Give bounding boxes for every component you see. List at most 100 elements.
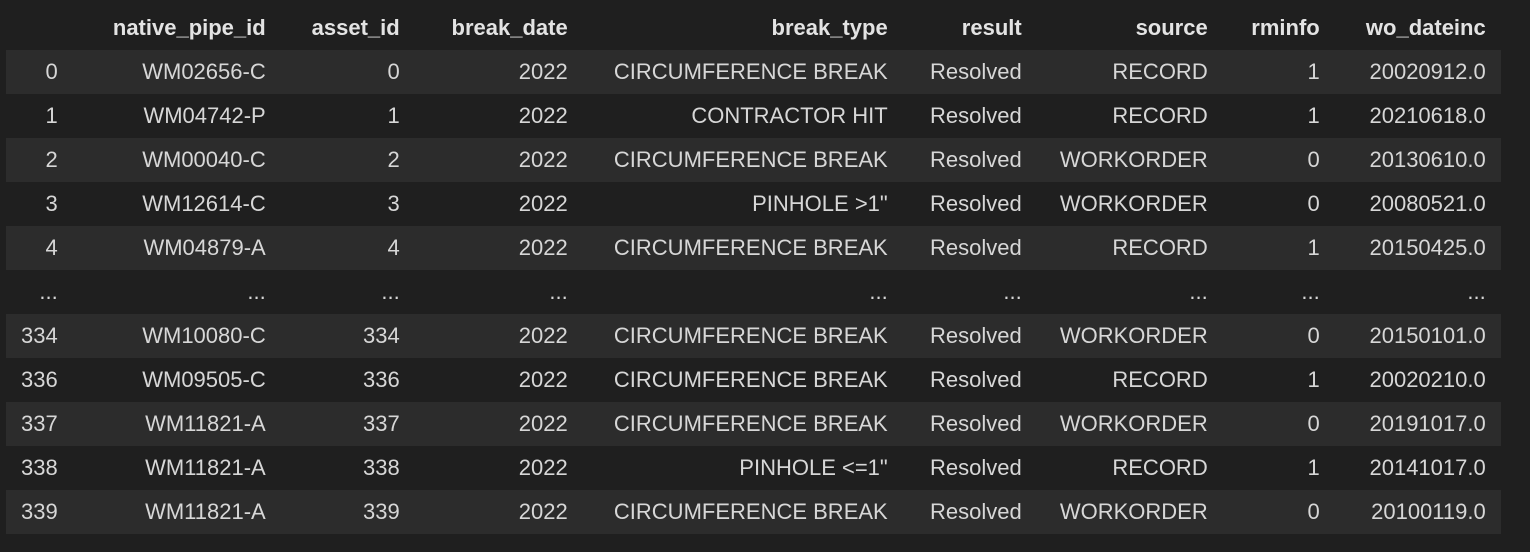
result-cell: Resolved bbox=[930, 103, 1022, 128]
row-index: 334 bbox=[21, 323, 58, 348]
source-cell: RECORD bbox=[1112, 59, 1208, 84]
source-cell: WORKORDER bbox=[1059, 147, 1208, 172]
source-cell: WORKORDER bbox=[1059, 323, 1208, 348]
wo-dateinc-cell: 20150425.0 bbox=[1369, 235, 1486, 260]
column-header-index bbox=[6, 6, 73, 50]
asset-id-cell: 337 bbox=[363, 411, 400, 436]
result-cell: Resolved bbox=[930, 235, 1022, 260]
wo-dateinc-cell: 20020210.0 bbox=[1369, 367, 1486, 392]
wo-dateinc-cell: 20141017.0 bbox=[1369, 455, 1486, 480]
rminfo-cell: 1 bbox=[1307, 235, 1320, 260]
break-date-cell: ... bbox=[549, 279, 568, 304]
source-cell: RECORD bbox=[1112, 103, 1208, 128]
result-cell: Resolved bbox=[930, 191, 1022, 216]
table-row: 0 WM02656-C 0 2022 CIRCUMFERENCE BREAK Resolv… bbox=[6, 50, 1501, 94]
table-row: 2 WM00040-C 2 2022 CIRCUMFERENCE BREAK Resolv… bbox=[6, 138, 1501, 182]
column-header-wo-dateinc: wo_dateinc bbox=[1365, 15, 1486, 40]
native-pipe-id-cell: ... bbox=[247, 279, 266, 304]
asset-id-cell: 336 bbox=[363, 367, 400, 392]
wo-dateinc-cell: 20020912.0 bbox=[1369, 59, 1486, 84]
row-index: 0 bbox=[45, 59, 58, 84]
row-index: 4 bbox=[45, 235, 58, 260]
table-row: ........................... bbox=[6, 270, 1501, 314]
break-date-cell: 2022 bbox=[518, 367, 568, 392]
source-cell: RECORD bbox=[1112, 367, 1208, 392]
wo-dateinc-cell: ... bbox=[1467, 279, 1486, 304]
row-index: ... bbox=[39, 279, 58, 304]
result-cell: Resolved bbox=[930, 411, 1022, 436]
break-type-cell: PINHOLE >1" bbox=[752, 191, 888, 216]
wo-dateinc-cell: 20080521.0 bbox=[1369, 191, 1486, 216]
asset-id-cell: 4 bbox=[387, 235, 400, 260]
break-date-cell: 2022 bbox=[518, 499, 568, 524]
rminfo-cell: 1 bbox=[1307, 59, 1320, 84]
break-date-cell: 2022 bbox=[518, 455, 568, 480]
source-cell: WORKORDER bbox=[1059, 499, 1208, 524]
table-row: 1 WM04742-P 1 2022 CONTRACTOR HIT Resolved REC… bbox=[6, 94, 1501, 138]
break-type-cell: CONTRACTOR HIT bbox=[691, 103, 888, 128]
native-pipe-id-cell: WM11821-A bbox=[145, 499, 266, 524]
break-type-cell: CIRCUMFERENCE BREAK bbox=[613, 411, 888, 436]
rminfo-cell: ... bbox=[1301, 279, 1320, 304]
column-header-asset-id: asset_id bbox=[311, 15, 400, 40]
result-cell: Resolved bbox=[930, 499, 1022, 524]
break-date-cell: 2022 bbox=[518, 235, 568, 260]
break-date-cell: 2022 bbox=[518, 103, 568, 128]
row-index: 336 bbox=[21, 367, 58, 392]
rminfo-cell: 0 bbox=[1307, 323, 1320, 348]
row-index: 337 bbox=[21, 411, 58, 436]
result-cell: Resolved bbox=[930, 323, 1022, 348]
column-header-native-pipe-id: native_pipe_id bbox=[112, 15, 266, 40]
break-date-cell: 2022 bbox=[518, 411, 568, 436]
break-type-cell: ... bbox=[869, 279, 888, 304]
table-row: 4 WM04879-A 4 2022 CIRCUMFERENCE BREAK Resolv… bbox=[6, 226, 1501, 270]
break-type-cell: PINHOLE <=1" bbox=[739, 455, 888, 480]
asset-id-cell: 3 bbox=[387, 191, 400, 216]
asset-id-cell: ... bbox=[381, 279, 400, 304]
result-cell: ... bbox=[1003, 279, 1022, 304]
row-index: 339 bbox=[21, 499, 58, 524]
break-date-cell: 2022 bbox=[518, 59, 568, 84]
row-index: 3 bbox=[45, 191, 58, 216]
column-header-rminfo: rminfo bbox=[1251, 15, 1320, 40]
native-pipe-id-cell: WM02656-C bbox=[142, 59, 266, 84]
wo-dateinc-cell: 20130610.0 bbox=[1369, 147, 1486, 172]
native-pipe-id-cell: WM00040-C bbox=[142, 147, 266, 172]
table-row: 336 WM09505-C 336 2022 CIRCUMFERENCE BREAK Re… bbox=[6, 358, 1501, 402]
source-cell: WORKORDER bbox=[1059, 191, 1208, 216]
column-header-source: source bbox=[1135, 15, 1208, 40]
break-date-cell: 2022 bbox=[518, 323, 568, 348]
rminfo-cell: 0 bbox=[1307, 411, 1320, 436]
wo-dateinc-cell: 20150101.0 bbox=[1369, 323, 1486, 348]
source-cell: WORKORDER bbox=[1059, 411, 1208, 436]
header-row: native_pipe_id asset_id break_date break… bbox=[6, 6, 1501, 50]
row-index: 2 bbox=[45, 147, 58, 172]
native-pipe-id-cell: WM12614-C bbox=[142, 191, 266, 216]
rminfo-cell: 0 bbox=[1307, 191, 1320, 216]
row-index: 338 bbox=[21, 455, 58, 480]
row-index: 1 bbox=[45, 103, 58, 128]
table-row: 334 WM10080-C 334 2022 CIRCUMFERENCE BREAK Re… bbox=[6, 314, 1501, 358]
result-cell: Resolved bbox=[930, 59, 1022, 84]
source-cell: RECORD bbox=[1112, 455, 1208, 480]
break-date-cell: 2022 bbox=[518, 147, 568, 172]
column-header-break-type: break_type bbox=[771, 15, 888, 40]
asset-id-cell: 338 bbox=[363, 455, 400, 480]
result-cell: Resolved bbox=[930, 147, 1022, 172]
source-cell: RECORD bbox=[1112, 235, 1208, 260]
break-type-cell: CIRCUMFERENCE BREAK bbox=[613, 59, 888, 84]
table-row: 337 WM11821-A 337 2022 CIRCUMFERENCE BREAK Re… bbox=[6, 402, 1501, 446]
source-cell: ... bbox=[1189, 279, 1208, 304]
rminfo-cell: 1 bbox=[1307, 367, 1320, 392]
native-pipe-id-cell: WM10080-C bbox=[142, 323, 266, 348]
asset-id-cell: 2 bbox=[387, 147, 400, 172]
column-header-break-date: break_date bbox=[451, 15, 568, 40]
break-type-cell: CIRCUMFERENCE BREAK bbox=[613, 147, 888, 172]
asset-id-cell: 334 bbox=[363, 323, 400, 348]
native-pipe-id-cell: WM11821-A bbox=[145, 411, 266, 436]
break-type-cell: CIRCUMFERENCE BREAK bbox=[613, 367, 888, 392]
break-type-cell: CIRCUMFERENCE BREAK bbox=[613, 323, 888, 348]
notebook-output-area: native_pipe_id asset_id break_date break… bbox=[0, 0, 1530, 552]
break-type-cell: CIRCUMFERENCE BREAK bbox=[613, 235, 888, 260]
result-cell: Resolved bbox=[930, 367, 1022, 392]
